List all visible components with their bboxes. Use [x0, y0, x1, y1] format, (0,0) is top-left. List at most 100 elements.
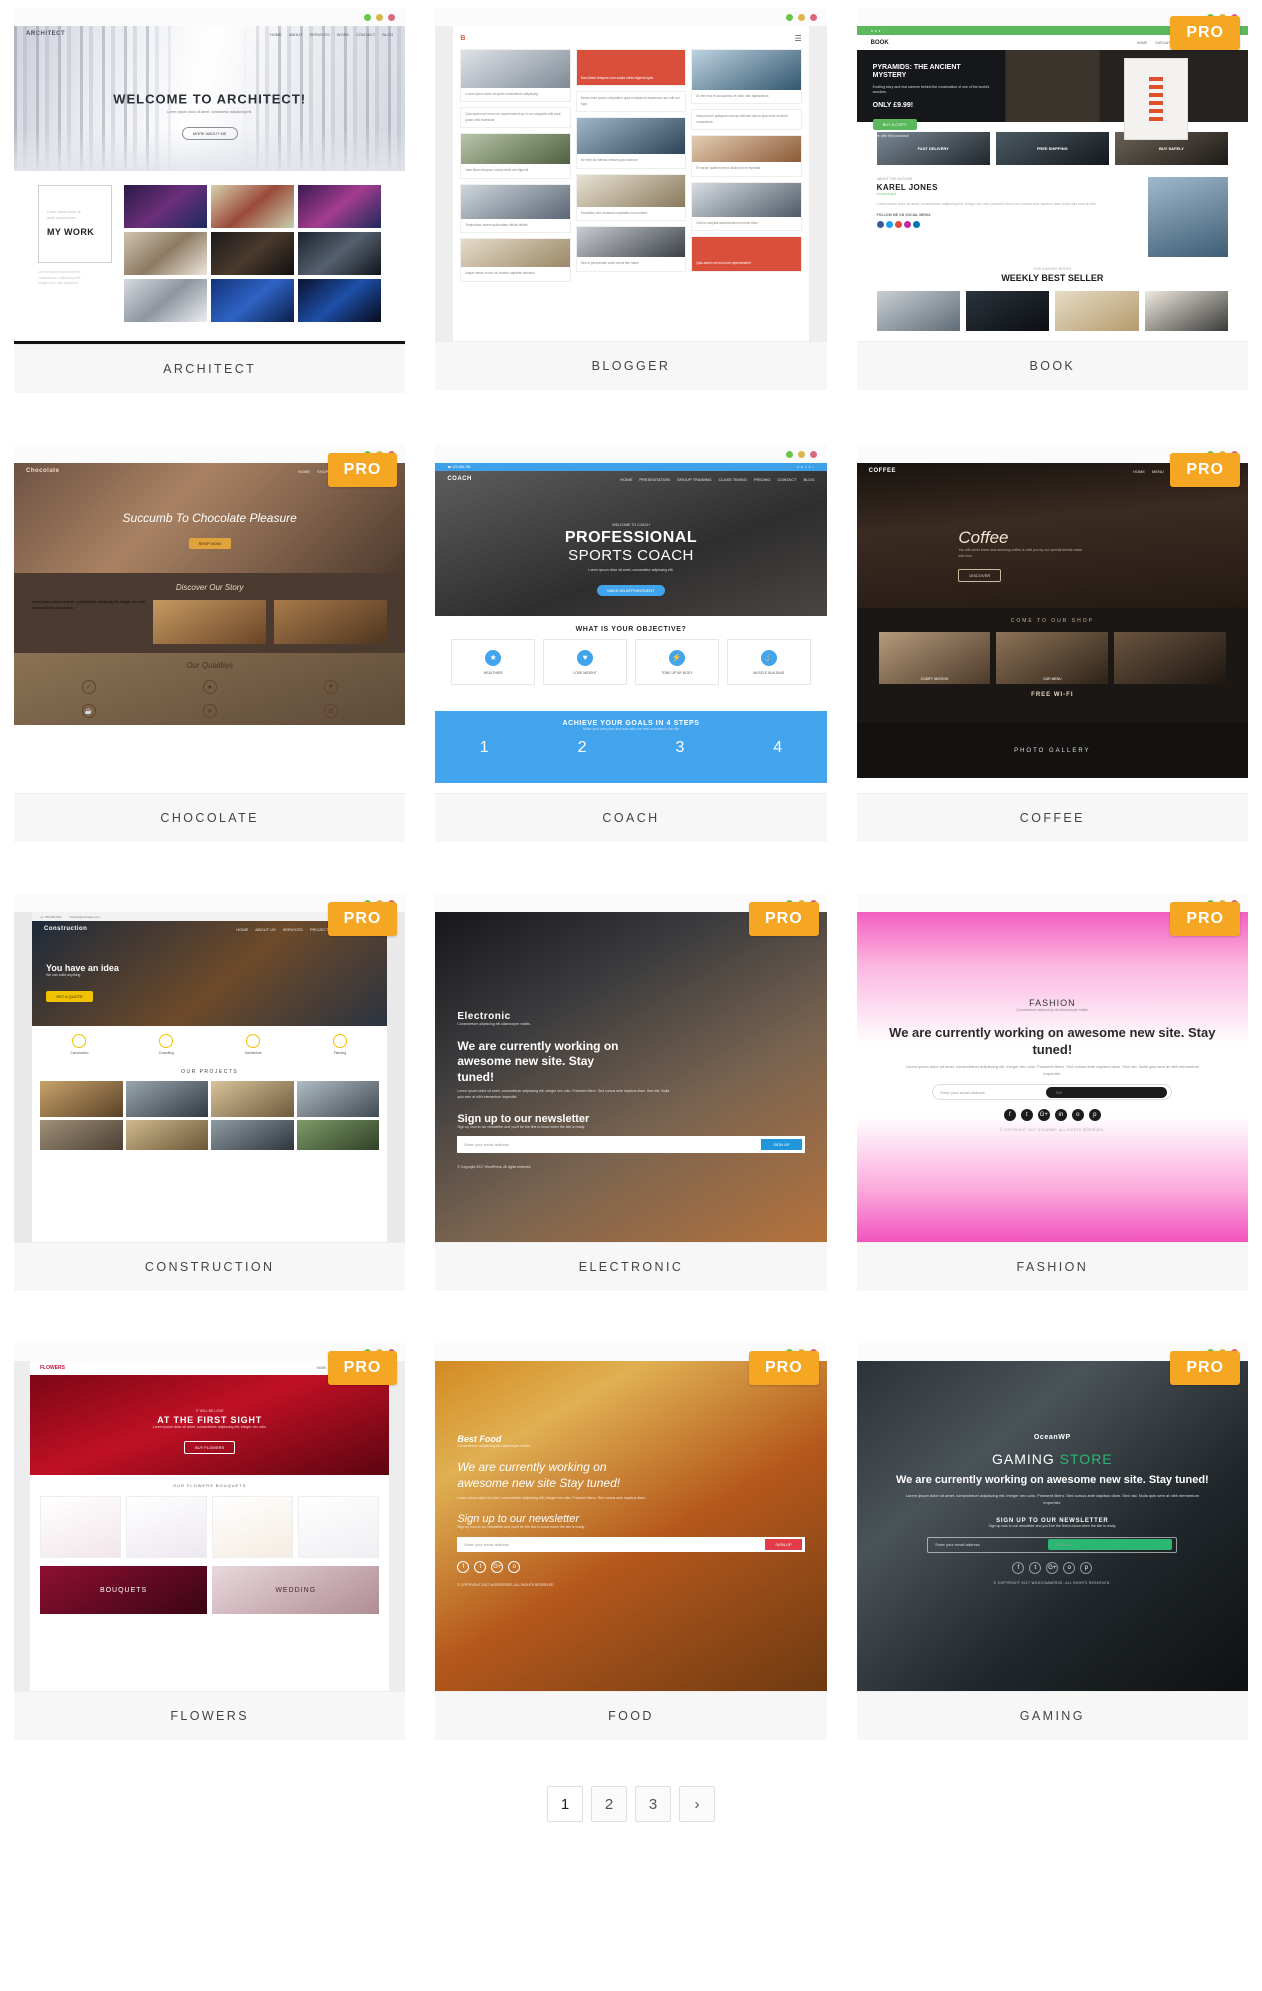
project-thumb[interactable] — [211, 1120, 294, 1150]
portfolio-thumb[interactable] — [298, 279, 382, 322]
twitter-icon[interactable]: t — [1020, 1109, 1033, 1122]
gaming-signup-button[interactable]: SIGN UP — [1047, 1539, 1173, 1551]
blog-post-item[interactable]: Quis autem vel eum iure reprehenderit — [691, 236, 802, 272]
twitter-icon[interactable]: t — [474, 1560, 487, 1573]
portfolio-thumb[interactable] — [298, 232, 382, 275]
architect-cta-button[interactable]: MORE ABOUT ME — [181, 126, 238, 140]
product-card[interactable] — [40, 1496, 122, 1558]
demo-card-architect[interactable]: ARCHITECT HOME ABOUT SERVICES WORK CONTA… — [14, 8, 406, 393]
blog-post-item[interactable]: Excepteur sint occaecat cupidatat non pr… — [575, 173, 687, 222]
demo-card-flowers[interactable]: PRO FLOWERS HOME SHOP ABOUT CONTACT — [14, 1343, 406, 1740]
pagination-page-3[interactable]: 3 — [635, 1786, 671, 1822]
linkedin-icon[interactable]: in — [1054, 1109, 1067, 1122]
demo-card-construction[interactable]: PRO +1 700-000-000 contact@example.com C… — [14, 894, 406, 1291]
objective-card[interactable]: ⚓ MUSCLE BUILDING — [726, 639, 811, 685]
project-thumb[interactable] — [40, 1120, 123, 1150]
food-signup-button[interactable]: SIGN UP — [765, 1538, 802, 1550]
product-card[interactable] — [212, 1496, 294, 1558]
portfolio-thumb[interactable] — [211, 232, 295, 275]
blog-post-item[interactable]: Quis autem vel eum iure reprehenderit qu… — [460, 107, 571, 129]
project-thumb[interactable] — [40, 1081, 123, 1117]
project-thumb[interactable] — [296, 1081, 380, 1117]
project-thumb[interactable] — [296, 1120, 380, 1150]
demo-card-book[interactable]: PRO ★ ★ ★ Sign in / Register BOOK HOME O… — [856, 8, 1248, 393]
coach-cta-button[interactable]: MAKE AN APPOINTMENT — [597, 585, 665, 597]
portfolio-thumb[interactable] — [124, 232, 208, 275]
demo-card-fashion[interactable]: PRO FASHION Consectetuer adipiscing elit… — [856, 894, 1248, 1291]
electronic-email-input[interactable]: Enter your email address — [464, 1142, 761, 1147]
instagram-icon[interactable]: o — [1071, 1109, 1084, 1122]
bestseller-thumb[interactable] — [966, 290, 1050, 331]
portfolio-thumb[interactable] — [211, 185, 295, 228]
blog-post-item[interactable]: Lorem ipsum dolor sit amet consectetuer … — [460, 49, 571, 103]
feature-tile[interactable]: FREE SHIPPING — [995, 132, 1109, 165]
coffee-photo[interactable]: OUR MENU — [996, 632, 1109, 684]
facebook-icon[interactable]: f — [1003, 1109, 1016, 1122]
demo-card-food[interactable]: PRO Best Food Consectetuer adipiscing el… — [435, 1343, 827, 1740]
demo-card-chocolate[interactable]: PRO Chocolate HOME SHOP ABOUT BLOG CONTA… — [14, 445, 406, 842]
demo-card-coffee[interactable]: PRO COFFEE HOME MENU ABOUT GALLERY CONTA… — [856, 445, 1248, 842]
bestseller-thumb[interactable] — [1055, 290, 1139, 331]
portfolio-thumb[interactable] — [124, 185, 208, 228]
pagination-page-2[interactable]: 2 — [591, 1786, 627, 1822]
blog-post-item[interactable]: At vero eos et accusamus et iusto odio d… — [691, 49, 802, 105]
hamburger-icon[interactable]: ☰ — [794, 34, 801, 43]
google-plus-icon[interactable] — [894, 221, 902, 229]
bestseller-thumb[interactable] — [876, 290, 960, 331]
blog-post-item[interactable]: Nemo enim ipsam voluptatem quia voluptas… — [575, 91, 687, 113]
construction-cta-button[interactable]: GET A QUOTE — [46, 990, 93, 1002]
flowers-cta-button[interactable]: BUY FLOWERS — [184, 1441, 236, 1455]
bestseller-thumb[interactable] — [1144, 290, 1229, 331]
twitter-icon[interactable]: t — [1029, 1561, 1042, 1574]
instagram-icon[interactable] — [903, 221, 911, 229]
instagram-icon[interactable]: o — [1063, 1561, 1076, 1574]
portfolio-thumb[interactable] — [211, 279, 295, 322]
demo-card-blogger[interactable]: B ☰ Lorem ipsum dolor sit amet consectet… — [435, 8, 827, 393]
google-plus-icon[interactable]: G+ — [1046, 1561, 1059, 1574]
blog-post-item[interactable]: Et harum quidem rerum facilis est et exp… — [691, 135, 802, 177]
pinterest-icon[interactable]: p — [1080, 1561, 1093, 1574]
coffee-photo[interactable] — [1114, 632, 1226, 684]
project-thumb[interactable] — [211, 1081, 294, 1117]
linkedin-icon[interactable] — [912, 221, 920, 229]
blog-post-item[interactable]: Itaque earum rerum hic tenetur sapiente … — [460, 238, 571, 282]
google-plus-icon[interactable]: G+ — [491, 1560, 504, 1573]
blog-post-item[interactable]: Temporibus autem quibusdam officiis debi… — [460, 183, 571, 234]
gaming-email-input[interactable]: Enter your email address — [935, 1542, 1044, 1547]
pinterest-icon[interactable]: p — [1088, 1109, 1101, 1122]
objective-card[interactable]: ♥ LOSE WEIGHT — [543, 639, 627, 685]
fashion-email-input[interactable]: Enter your email address — [940, 1090, 1042, 1095]
portfolio-thumb[interactable] — [124, 279, 208, 322]
blog-post-item[interactable]: Omnis voluptas assumenda est omnis dolor — [691, 181, 802, 232]
product-card[interactable] — [126, 1496, 208, 1558]
portfolio-thumb[interactable] — [298, 185, 382, 228]
coffee-cta-button[interactable]: DISCOVER — [958, 569, 1002, 583]
chocolate-cta-button[interactable]: SHOP NOW — [188, 538, 231, 550]
blog-post-item[interactable]: Nam libero tempore cum soluta nobis elig… — [575, 49, 687, 87]
fashion-go-button[interactable]: GO — [1045, 1086, 1168, 1098]
objective-card[interactable]: ⚡ TONE UP MY BODY — [634, 639, 719, 685]
pagination-page-1[interactable]: 1 — [547, 1786, 583, 1822]
product-card[interactable] — [298, 1496, 380, 1558]
facebook-icon[interactable]: f — [1012, 1561, 1025, 1574]
facebook-icon[interactable]: f — [457, 1560, 470, 1573]
instagram-icon[interactable]: o — [508, 1560, 521, 1573]
project-thumb[interactable] — [125, 1081, 209, 1117]
facebook-icon[interactable] — [876, 221, 884, 229]
blog-post-item[interactable]: Nam libero tempore soluta nobis est elig… — [460, 133, 571, 179]
demo-card-electronic[interactable]: PRO Electronic Consectetuer adipiscing e… — [435, 894, 827, 1291]
google-plus-icon[interactable]: G+ — [1037, 1109, 1050, 1122]
blog-post-item[interactable]: Ut enim ad minima veniam quis nostrum — [575, 117, 687, 169]
category-tile[interactable]: BOUQUETS — [40, 1566, 208, 1614]
blog-post-item[interactable]: Sed ut perspiciatis unde omnis iste natu… — [575, 226, 687, 272]
demo-card-coach[interactable]: ☎ 123-456-789 ♕ ♔ ♖ ♗ ♘ COACH HOME PRESE… — [435, 445, 827, 842]
demo-card-gaming[interactable]: PRO OceanWP GAMING STORE We are currentl… — [856, 1343, 1248, 1740]
category-tile[interactable]: WEDDING — [212, 1566, 380, 1614]
project-thumb[interactable] — [125, 1120, 209, 1150]
coffee-photo[interactable]: COMFY SEATING — [878, 632, 991, 684]
blog-post-item[interactable]: Neque porro quisquam est qui dolorem ips… — [691, 109, 802, 131]
pagination-next-button[interactable]: › — [679, 1786, 715, 1822]
objective-card[interactable]: ★ HEALTHIER — [451, 639, 536, 685]
book-buy-button[interactable]: BUY A COPY — [872, 118, 917, 130]
electronic-signup-button[interactable]: SIGN UP — [761, 1139, 802, 1151]
